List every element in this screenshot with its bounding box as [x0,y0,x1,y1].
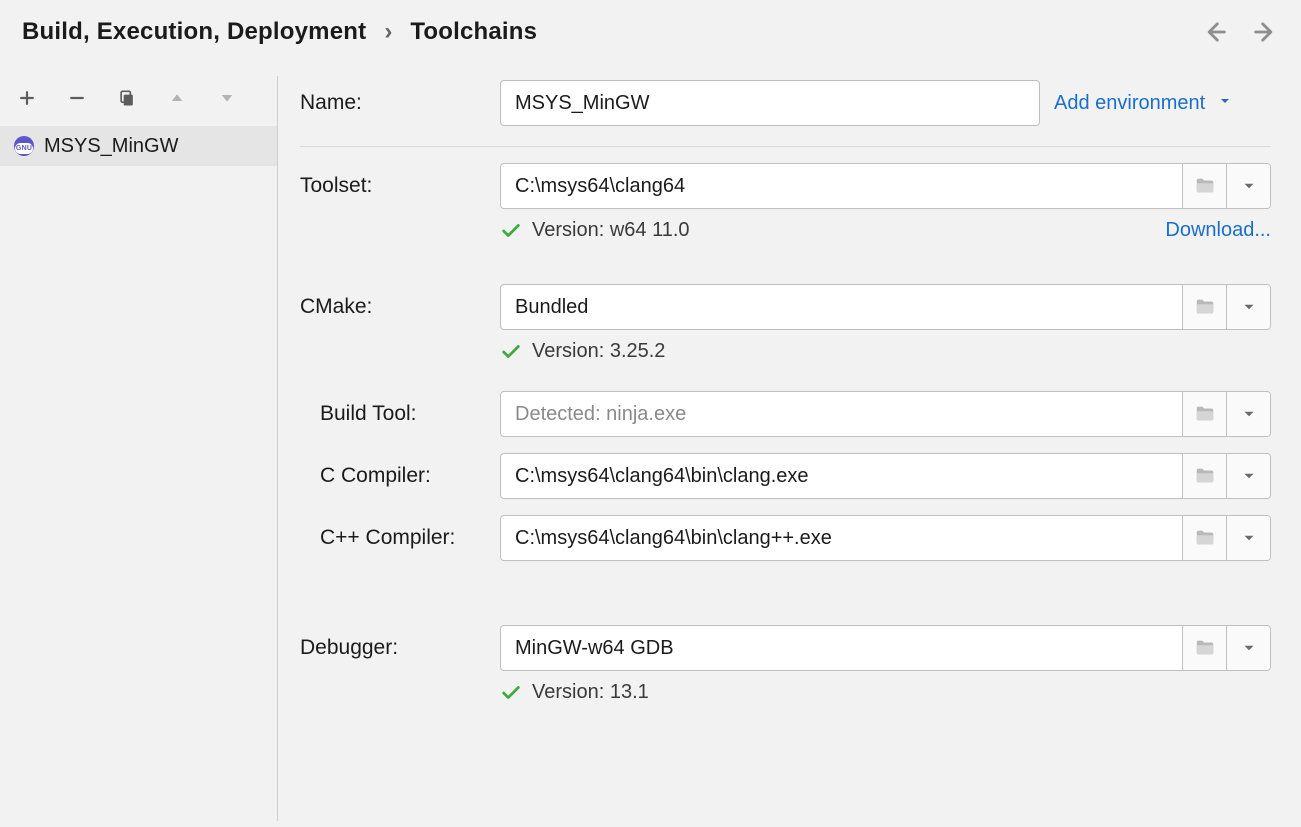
name-input[interactable] [500,80,1040,126]
browse-button[interactable] [1182,392,1226,436]
folder-icon [1194,403,1216,425]
chevron-down-icon [1240,405,1258,423]
toolchain-sidebar: GNU MSYS_MinGW [0,76,278,821]
toolset-status: Version: w64 11.0 [500,219,1165,242]
folder-icon [1194,175,1216,197]
check-icon [500,682,522,704]
browse-button[interactable] [1182,516,1226,560]
cmake-value: Bundled [501,285,1182,329]
toolchain-list: GNU MSYS_MinGW [0,126,277,821]
history-nav [1201,18,1279,46]
folder-icon [1194,527,1216,549]
download-link[interactable]: Download... [1165,219,1271,242]
c-compiler-label: C Compiler: [300,464,500,488]
debugger-version: Version: 13.1 [532,681,649,704]
dropdown-button[interactable] [1226,626,1270,670]
breadcrumb-parent[interactable]: Build, Execution, Deployment [22,18,366,46]
arrow-right-icon [1251,18,1279,46]
arrow-left-icon [1201,18,1229,46]
cxx-compiler-label: C++ Compiler: [300,526,500,550]
copy-button[interactable] [114,85,140,111]
breadcrumb: Build, Execution, Deployment › Toolchain… [22,18,537,46]
debugger-status: Version: 13.1 [500,681,1271,704]
dropdown-button[interactable] [1226,454,1270,498]
debugger-field[interactable]: MinGW-w64 GDB [500,625,1271,671]
toolset-label: Toolset: [300,174,500,198]
folder-icon [1194,637,1216,659]
dropdown-button[interactable] [1226,392,1270,436]
name-label: Name: [300,91,500,115]
chevron-down-icon [1240,177,1258,195]
sidebar-toolbar [0,76,277,126]
c-compiler-value: C:\msys64\clang64\bin\clang.exe [501,454,1182,498]
plus-icon [17,88,37,108]
chevron-down-icon [1240,467,1258,485]
minus-icon [67,88,87,108]
add-button[interactable] [14,85,40,111]
divider [300,146,1271,147]
cmake-version: Version: 3.25.2 [532,340,665,363]
toolchain-form: Name: Add environment Toolset: C:\msys64… [278,76,1301,821]
dropdown-button[interactable] [1226,164,1270,208]
browse-button[interactable] [1182,285,1226,329]
browse-button[interactable] [1182,626,1226,670]
chevron-down-icon [1240,639,1258,657]
triangle-down-icon [218,89,236,107]
breadcrumb-current: Toolchains [410,18,537,46]
cmake-status: Version: 3.25.2 [500,340,1271,363]
gnu-icon: GNU [14,136,34,156]
dropdown-button[interactable] [1226,516,1270,560]
move-up-button[interactable] [164,85,190,111]
debugger-value: MinGW-w64 GDB [501,626,1182,670]
browse-button[interactable] [1182,454,1226,498]
build-tool-placeholder: Detected: ninja.exe [501,392,1182,436]
forward-button[interactable] [1251,18,1279,46]
browse-button[interactable] [1182,164,1226,208]
folder-icon [1194,296,1216,318]
toolset-field[interactable]: C:\msys64\clang64 [500,163,1271,209]
chevron-down-icon [1240,529,1258,547]
folder-icon [1194,465,1216,487]
back-button[interactable] [1201,18,1229,46]
toolset-value: C:\msys64\clang64 [501,164,1182,208]
cmake-field[interactable]: Bundled [500,284,1271,330]
c-compiler-field[interactable]: C:\msys64\clang64\bin\clang.exe [500,453,1271,499]
copy-icon [117,88,137,108]
build-tool-label: Build Tool: [300,402,500,426]
cxx-compiler-value: C:\msys64\clang64\bin\clang++.exe [501,516,1182,560]
chevron-down-icon [1217,93,1233,109]
toolset-version: Version: w64 11.0 [532,219,690,242]
build-tool-field[interactable]: Detected: ninja.exe [500,391,1271,437]
triangle-up-icon [168,89,186,107]
check-icon [500,341,522,363]
list-item-label: MSYS_MinGW [44,135,178,158]
debugger-label: Debugger: [300,636,500,660]
list-item[interactable]: GNU MSYS_MinGW [0,126,277,166]
dropdown-button[interactable] [1226,285,1270,329]
cmake-label: CMake: [300,295,500,319]
move-down-button[interactable] [214,85,240,111]
remove-button[interactable] [64,85,90,111]
chevron-right-icon: › [384,18,392,46]
check-icon [500,220,522,242]
cxx-compiler-field[interactable]: C:\msys64\clang64\bin\clang++.exe [500,515,1271,561]
add-environment-link[interactable]: Add environment [1054,92,1233,115]
add-environment-label: Add environment [1054,92,1205,114]
chevron-down-icon [1240,298,1258,316]
breadcrumb-bar: Build, Execution, Deployment › Toolchain… [0,0,1301,76]
